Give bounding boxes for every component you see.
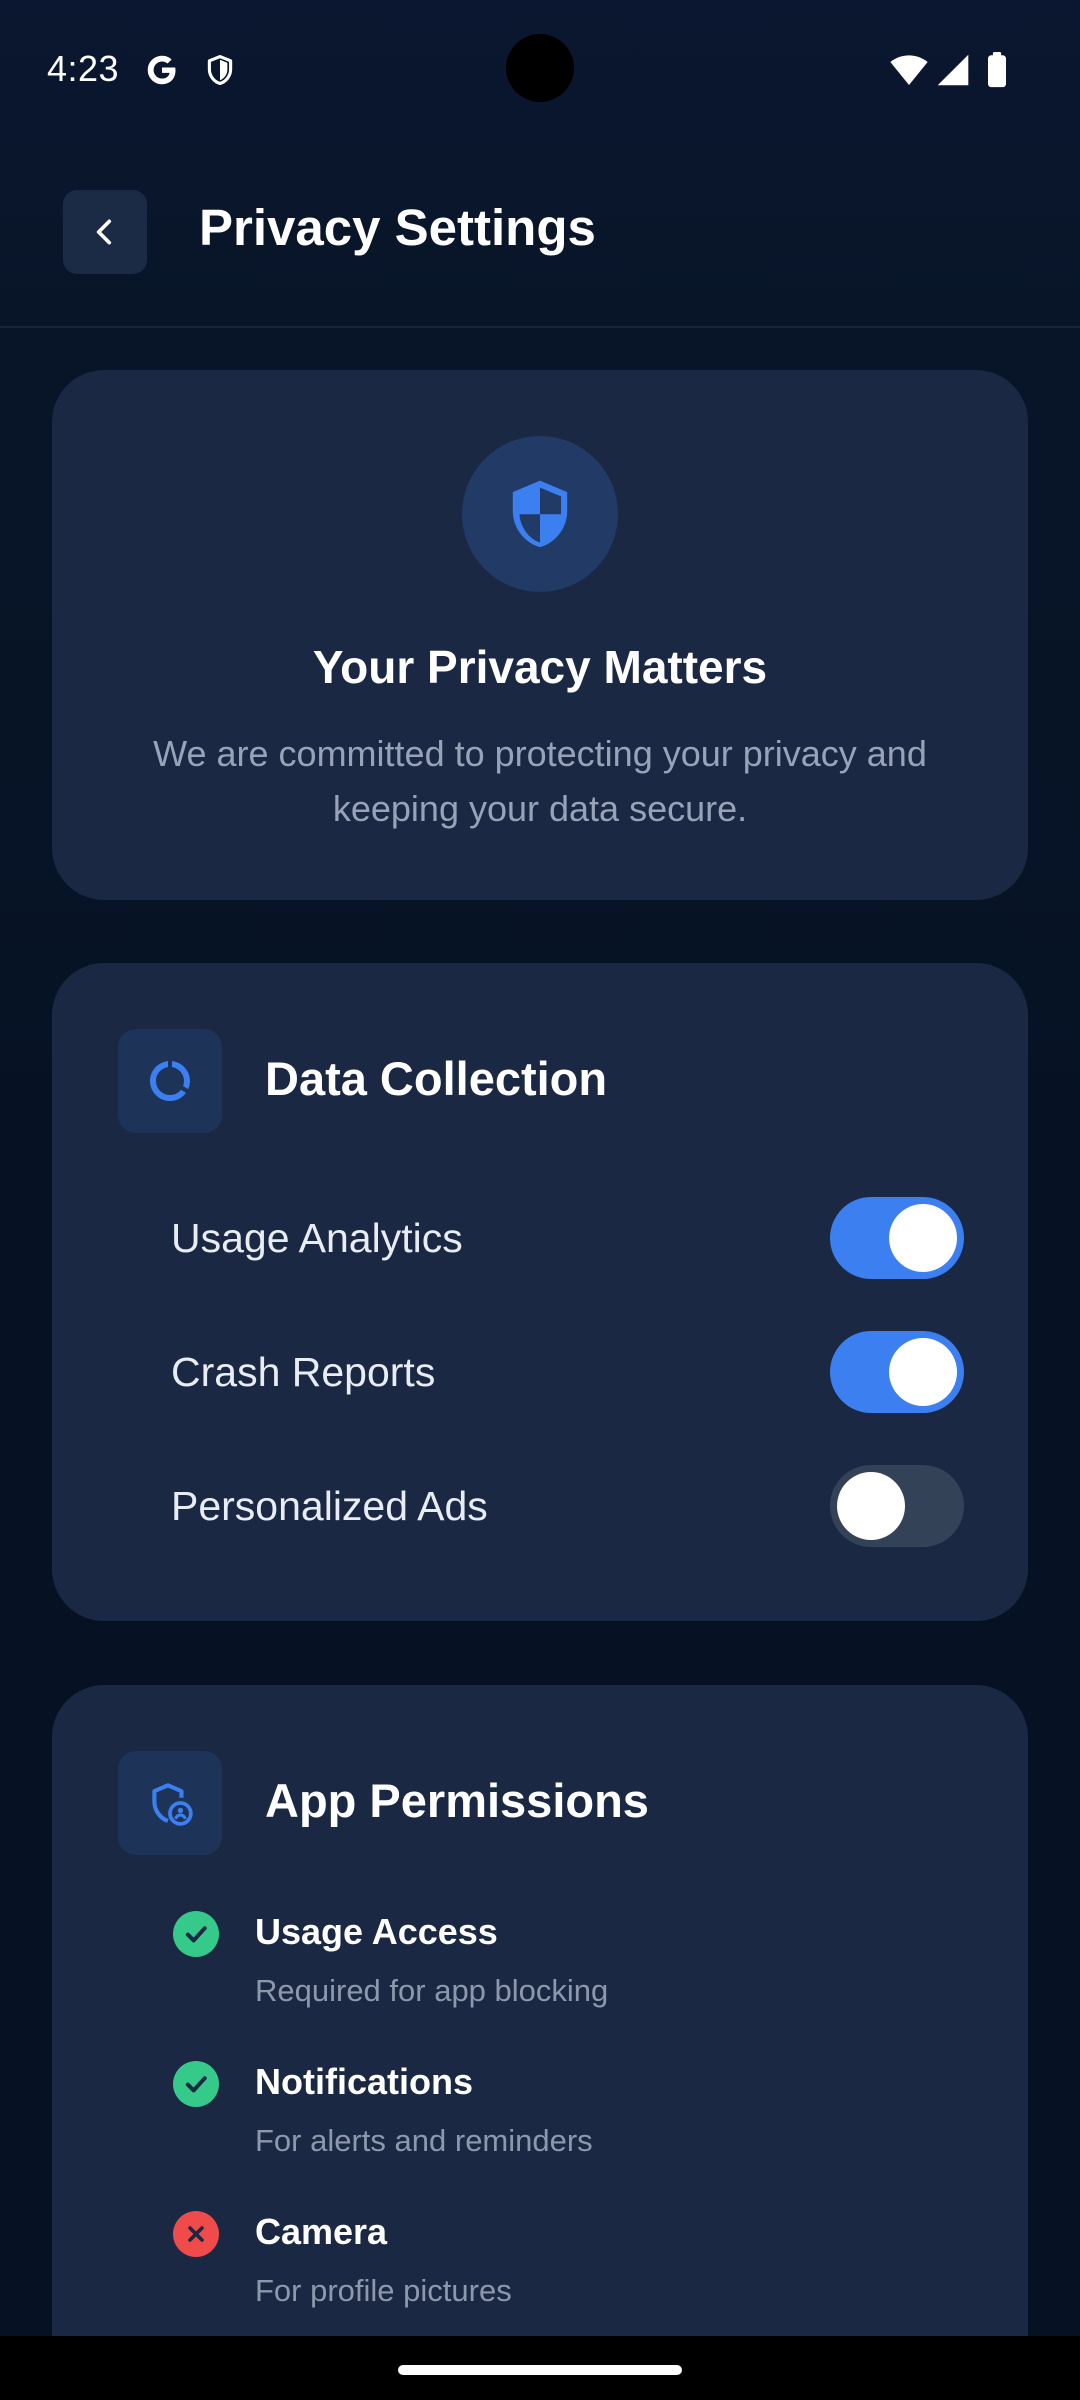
wifi-icon [889,50,929,90]
hero-icon-circle [462,436,618,592]
permission-description: For profile pictures [255,2273,512,2308]
data-collection-card: Data Collection Usage Analytics Crash Re… [52,963,1028,1621]
hero-description: We are committed to protecting your priv… [153,733,927,829]
permission-description: For alerts and reminders [255,2123,593,2158]
toggle-row-personalized-ads: Personalized Ads [118,1465,964,1549]
app-bar: Privacy Settings [0,136,1080,328]
privacy-info-card: Your Privacy Matters We are committed to… [52,370,1028,900]
page-title: Privacy Settings [199,199,596,256]
privacy-settings-screen: 4:23 Privacy Settings Your Privacy Matte… [0,0,1080,2400]
check-circle-icon [173,2061,219,2107]
permission-description: Required for app blocking [255,1973,609,2008]
permission-row-notifications[interactable]: Notifications For alerts and reminders [118,2061,964,2181]
check-circle-icon [173,1911,219,1957]
home-gesture-handle[interactable] [398,2365,682,2375]
google-icon [142,50,182,90]
crash-reports-toggle[interactable] [830,1331,964,1413]
toggle-knob [889,1338,957,1406]
cell-signal-icon [933,50,973,90]
cancel-circle-icon [173,2211,219,2257]
permission-title: Notifications [255,2061,474,2102]
toggle-label: Usage Analytics [171,1215,463,1261]
app-permissions-card: App Permissions Usage Access Required fo… [52,1685,1028,2400]
permission-row-camera[interactable]: Camera For profile pictures [118,2211,964,2331]
app-permissions-title: App Permissions [265,1774,649,1827]
toggle-row-usage-analytics: Usage Analytics [118,1197,964,1281]
toggle-knob [837,1472,905,1540]
toggle-row-crash-reports: Crash Reports [118,1331,964,1415]
toggle-label: Crash Reports [171,1349,436,1395]
toggle-knob [889,1204,957,1272]
toggle-label: Personalized Ads [171,1483,488,1529]
camera-cutout [506,34,574,102]
permission-title: Camera [255,2211,388,2252]
status-time: 4:23 [47,48,120,89]
status-bar: 4:23 [0,0,1080,136]
battery-icon [977,50,1017,90]
hero-title: Your Privacy Matters [312,641,768,693]
permission-row-usage-access[interactable]: Usage Access Required for app blocking [118,1911,964,2031]
admin-shield-icon [118,1751,222,1855]
permission-title: Usage Access [255,1911,498,1952]
shield-status-icon [200,50,240,90]
chevron-left-icon [96,219,112,245]
shield-icon [512,480,568,548]
data-usage-icon [118,1029,222,1133]
usage-analytics-toggle[interactable] [830,1197,964,1279]
data-collection-title: Data Collection [265,1052,608,1105]
back-button[interactable] [63,190,147,274]
personalized-ads-toggle[interactable] [830,1465,964,1547]
